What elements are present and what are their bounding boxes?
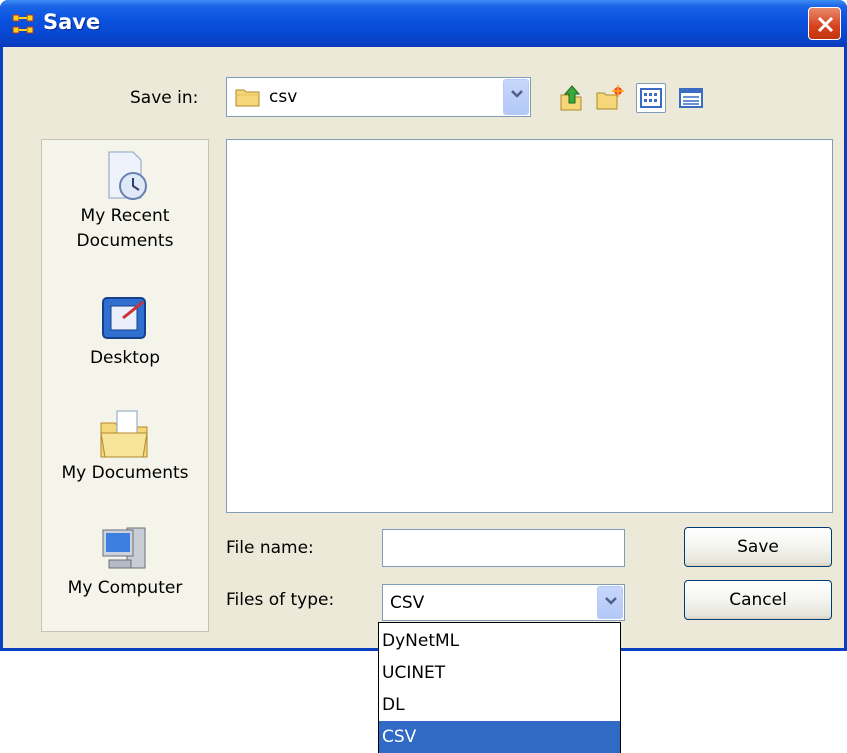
place-label: Documents [76,231,174,251]
details-view-button[interactable] [676,83,706,113]
save-in-value: csv [269,87,298,107]
place-my-recent-documents[interactable]: My Recent Documents [42,148,208,254]
option-ucinet[interactable]: UCINET [379,657,620,689]
files-of-type-combo[interactable]: CSV [382,584,625,621]
folder-icon [235,89,260,107]
files-of-type-label: Files of type: [226,590,335,610]
save-in-label: Save in: [130,88,199,108]
close-icon [817,16,834,33]
details-view-icon [679,88,703,108]
file-name-label: File name: [226,538,314,558]
new-folder-icon [596,85,624,110]
recent-documents-icon [97,148,153,204]
close-button[interactable] [808,7,841,40]
place-label: Desktop [89,348,161,368]
save-dialog: Save Save in: csv My Recent Documents De… [0,0,847,651]
place-label: My Recent [80,206,170,226]
place-label: My Documents [61,463,189,483]
option-csv[interactable]: CSV [379,721,620,753]
up-one-level-button[interactable] [557,83,587,113]
chevron-down-icon [511,90,523,98]
place-desktop[interactable]: Desktop [42,290,208,371]
app-logo-icon [12,14,34,34]
place-my-computer[interactable]: My Computer [42,520,208,601]
option-dl[interactable]: DL [379,689,620,721]
list-view-icon [640,88,662,108]
list-view-button[interactable] [636,83,666,113]
place-label: My Computer [67,578,183,598]
file-list[interactable] [226,139,833,513]
up-folder-icon [560,85,582,111]
my-documents-icon [97,405,153,461]
places-bar: My Recent Documents Desktop My Documents… [41,139,209,632]
files-of-type-options: DyNetML UCINET DL CSV [378,622,621,753]
chevron-down-icon [605,597,617,605]
save-in-dropdown-button[interactable] [503,79,529,115]
file-name-input[interactable] [382,529,625,567]
save-in-combo[interactable]: csv [226,77,531,117]
place-my-documents[interactable]: My Documents [42,405,208,486]
files-of-type-value: CSV [390,593,425,613]
files-of-type-dropdown-button[interactable] [597,586,623,619]
window-title: Save [43,10,101,34]
create-new-folder-button[interactable] [595,83,625,113]
cancel-button[interactable]: Cancel [684,580,832,620]
option-dynetml[interactable]: DyNetML [379,625,620,657]
save-button[interactable]: Save [684,527,832,567]
my-computer-icon [97,520,153,576]
desktop-icon [97,290,153,346]
title-bar[interactable]: Save [0,0,847,47]
